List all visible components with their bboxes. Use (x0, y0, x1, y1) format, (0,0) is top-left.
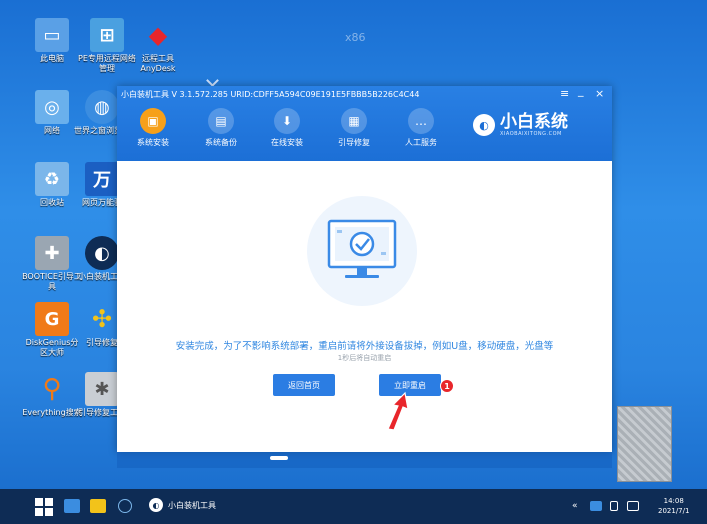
network-icon: ◎ (35, 90, 69, 124)
monitor-check-icon (327, 219, 397, 278)
folder-icon[interactable] (90, 499, 106, 513)
xiaobai-icon: ◐ (85, 236, 119, 270)
tab-label: 系统备份 (205, 138, 237, 147)
diskgenius-icon: G (35, 302, 69, 336)
taskbar-app-label: 小白装机工具 (168, 500, 216, 510)
tab-human-service[interactable]: … 人工服务 (391, 108, 451, 148)
tab-system-install[interactable]: ▣ 系统安装 (123, 108, 183, 148)
repair-tools-icon: ✱ (85, 372, 119, 406)
install-complete-message: 安装完成，为了不影响系统部署，重启前请将外接设备拔掉，例如U盘，移动硬盘，光盘等 (175, 341, 554, 352)
tab-label: 人工服务 (405, 138, 437, 147)
keyboard-tray-icon[interactable] (590, 501, 602, 511)
menu-icon[interactable]: ≡ (560, 87, 569, 100)
lock-tray-icon[interactable] (610, 501, 618, 511)
brand-subtitle: XIAOBAIXITONG.COM (500, 131, 562, 137)
wan-icon: 万 (85, 162, 119, 196)
online-install-icon: ⬇ (274, 108, 300, 134)
app-window: 小白装机工具 V 3.1.572.285 URID:CDFF5A594C09E1… (117, 84, 612, 452)
window-title: 小白装机工具 V 3.1.572.285 URID:CDFF5A594C09E1… (121, 90, 420, 99)
desktop-icon-this-pc[interactable]: ▭ 此电脑 (22, 18, 82, 64)
globe-icon: ◍ (85, 90, 119, 124)
tab-boot-repair[interactable]: ▦ 引导修复 (324, 108, 384, 148)
tab-online-install[interactable]: ⬇ 在线安装 (257, 108, 317, 148)
window-header: 小白装机工具 V 3.1.572.285 URID:CDFF5A594C09E1… (117, 84, 612, 161)
backup-icon: ▤ (208, 108, 234, 134)
tab-system-backup[interactable]: ▤ 系统备份 (191, 108, 251, 148)
pointer-arrow-icon (387, 391, 409, 431)
tab-label: 在线安装 (271, 138, 303, 147)
boot-repair-icon: ▦ (341, 108, 367, 134)
close-button[interactable]: × (595, 87, 604, 100)
desktop-taskbar-icon[interactable] (64, 499, 80, 513)
chat-icon: … (408, 108, 434, 134)
network-status-icon[interactable] (118, 499, 132, 513)
search-icon: ⚲ (42, 374, 62, 404)
desktop-icon-label: 此电脑 (40, 54, 64, 63)
computer-icon: ▭ (35, 18, 69, 52)
taskbar: ◐ 小白装机工具 « 14:08 2021/7/1 (0, 489, 707, 524)
start-button[interactable] (35, 498, 53, 516)
tab-label: 系统安装 (137, 138, 169, 147)
desktop-icon-label: 远程工具AnyDesk (140, 54, 176, 73)
install-complete-illustration (307, 196, 417, 306)
window-shadow-strip (117, 452, 612, 468)
chevron-down-icon (206, 74, 219, 87)
network-icon: ⊞ (90, 18, 124, 52)
back-home-button[interactable]: 返回首页 (273, 374, 335, 396)
taskbar-app-xiaobai[interactable]: ◐ 小白装机工具 (149, 498, 216, 512)
tray-expand-icon[interactable]: « (572, 501, 578, 511)
minimize-button[interactable]: _ (578, 84, 584, 97)
brand-logo: ◐ 小白系统 XIAOBAIXITONG.COM (473, 113, 568, 137)
restart-countdown: 1秒后将自动重启 (337, 354, 392, 362)
xiaobai-logo-icon: ◐ (473, 114, 495, 136)
system-install-icon: ▣ (140, 108, 166, 134)
pinwheel-icon: ✣ (91, 305, 113, 333)
brand-title: 小白系统 (500, 112, 568, 132)
taskbar-clock[interactable]: 14:08 2021/7/1 (658, 496, 689, 516)
desktop-watermark: x86 (345, 31, 366, 44)
desktop-thumbnail (617, 406, 672, 482)
display-tray-icon[interactable] (627, 501, 639, 511)
tools-icon: ✚ (35, 236, 69, 270)
xiaobai-icon: ◐ (149, 498, 163, 512)
clock-date: 2021/7/1 (658, 507, 690, 515)
clock-time: 14:08 (663, 497, 684, 505)
desktop-icon-anydesk[interactable]: ◆ 远程工具AnyDesk (128, 18, 188, 74)
anydesk-icon: ◆ (148, 21, 168, 49)
recycle-bin-icon: ♻ (35, 162, 69, 196)
scroll-indicator-icon (270, 456, 288, 460)
tab-label: 引导修复 (338, 138, 370, 147)
step-badge: 1 (440, 379, 454, 393)
